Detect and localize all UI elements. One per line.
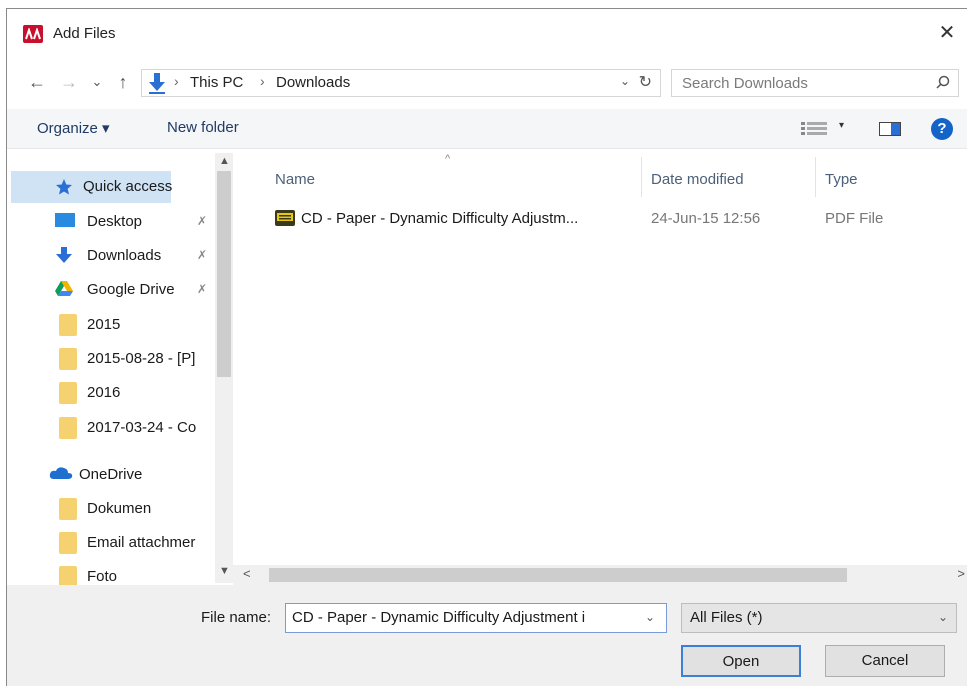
pdf-file-icon: [275, 210, 295, 230]
scroll-down-icon[interactable]: ▼: [219, 565, 230, 577]
help-icon[interactable]: ?: [931, 118, 953, 140]
add-files-dialog: Add Files ✕ ← → ⌄ ↑ › This PC › Download…: [6, 8, 967, 686]
search-input[interactable]: Search Downloads: [671, 69, 959, 97]
pin-icon: ✗: [197, 248, 208, 262]
scroll-thumb[interactable]: [217, 171, 231, 377]
organize-menu[interactable]: Organize ▾: [37, 119, 110, 137]
preview-pane-icon[interactable]: [879, 122, 901, 140]
sidebar-item-downloads[interactable]: Downloads ✗: [7, 240, 215, 272]
file-type: PDF File: [825, 210, 884, 227]
sidebar-item-quick-access[interactable]: Quick access: [11, 171, 173, 203]
sidebar-item-google-drive[interactable]: Google Drive ✗: [7, 274, 215, 306]
sidebar-item-label: Dokumen: [87, 500, 152, 517]
pin-icon: ✗: [197, 282, 208, 296]
sidebar-item-label: Desktop: [87, 213, 143, 230]
title-bar: Add Files ✕: [7, 9, 967, 53]
folder-icon: [59, 566, 77, 585]
sidebar-item-label: 2015-08-28 - [P]: [87, 350, 196, 367]
search-icon: [936, 75, 950, 93]
sort-ascending-icon: ^: [445, 153, 451, 165]
folder-icon: [59, 417, 77, 439]
folder-icon: [59, 498, 77, 520]
navigation-pane: Quick access Desktop ✗ Downloads ✗ Googl…: [7, 149, 233, 585]
file-type-select[interactable]: All Files (*) ⌄: [681, 603, 957, 633]
open-button[interactable]: Open: [681, 645, 801, 677]
scroll-up-icon[interactable]: ▲: [219, 155, 230, 167]
google-drive-icon: [55, 281, 75, 299]
app-logo-icon: [23, 25, 43, 43]
scroll-thumb[interactable]: [269, 568, 847, 582]
file-date-modified: 24-Jun-15 12:56: [651, 210, 761, 227]
sidebar-item-desktop[interactable]: Desktop ✗: [7, 206, 215, 238]
up-button[interactable]: ↑: [111, 69, 135, 95]
sidebar-item-foto[interactable]: Foto: [7, 561, 215, 585]
search-placeholder: Search Downloads: [682, 75, 808, 92]
sidebar-item-label: Downloads: [87, 247, 162, 264]
star-icon: [55, 178, 75, 196]
file-list: ^ Name Date modified Type CD - Paper - D…: [233, 149, 967, 559]
sidebar-item-label: 2015: [87, 316, 121, 333]
sidebar-item-label: Foto: [87, 568, 118, 585]
sidebar-item-onedrive[interactable]: OneDrive: [7, 459, 215, 491]
sidebar-item-label: 2017-03-24 - Co: [87, 419, 197, 436]
address-row: ← → ⌄ ↑ › This PC › Downloads ⌄ ↻ Search…: [7, 65, 967, 99]
back-button[interactable]: ←: [25, 69, 49, 95]
desktop-icon: [55, 213, 75, 231]
sidebar-item-dokumen[interactable]: Dokumen: [7, 493, 215, 525]
address-bar[interactable]: › This PC › Downloads ⌄ ↻: [141, 69, 661, 97]
dialog-footer: File name: CD - Paper - Dynamic Difficul…: [7, 585, 967, 686]
file-name-label: File name:: [201, 609, 272, 626]
sidebar-item-2015[interactable]: 2015: [7, 309, 215, 341]
view-dropdown-icon[interactable]: ▾: [839, 120, 844, 131]
cancel-button[interactable]: Cancel: [825, 645, 945, 677]
navigation-scrollbar[interactable]: ▲ ▼: [215, 153, 233, 583]
download-arrow-icon: [55, 247, 75, 265]
column-header-name[interactable]: Name: [275, 171, 315, 188]
onedrive-cloud-icon: [49, 466, 73, 484]
sidebar-item-label: Google Drive: [87, 281, 175, 298]
file-type-value: All Files (*): [690, 609, 763, 626]
scroll-left-icon[interactable]: <: [243, 566, 251, 581]
breadcrumb-separator: ›: [260, 73, 265, 89]
file-row[interactable]: CD - Paper - Dynamic Difficulty Adjustm.…: [259, 203, 959, 233]
new-folder-button[interactable]: New folder: [167, 119, 239, 136]
view-options-icon[interactable]: [801, 121, 831, 141]
file-name: CD - Paper - Dynamic Difficulty Adjustm.…: [301, 210, 579, 227]
forward-button[interactable]: →: [57, 69, 81, 95]
horizontal-scrollbar[interactable]: < >: [233, 565, 967, 585]
sidebar-item-2017-03-24[interactable]: 2017-03-24 - Co: [7, 412, 215, 444]
close-button[interactable]: ✕: [933, 19, 961, 47]
column-divider[interactable]: [815, 157, 816, 197]
sidebar-item-2015-08-28[interactable]: 2015-08-28 - [P]: [7, 343, 215, 375]
scroll-right-icon[interactable]: >: [957, 566, 965, 581]
sidebar-item-label: Quick access: [83, 178, 173, 195]
sidebar-item-email-attachments[interactable]: Email attachmer: [7, 527, 215, 559]
folder-icon: [59, 314, 77, 336]
sidebar-item-label: 2016: [87, 384, 121, 401]
file-type-dropdown-icon: ⌄: [937, 610, 948, 624]
download-arrow-icon: [147, 73, 167, 99]
pin-icon: ✗: [197, 214, 208, 228]
folder-icon: [59, 348, 77, 370]
breadcrumb-this-pc[interactable]: This PC: [190, 74, 243, 91]
address-dropdown-icon[interactable]: ⌄: [620, 74, 630, 88]
file-name-input[interactable]: CD - Paper - Dynamic Difficulty Adjustme…: [285, 603, 667, 633]
folder-icon: [59, 382, 77, 404]
column-divider[interactable]: [641, 157, 642, 197]
sidebar-item-label: Email attachmer: [87, 534, 196, 551]
sidebar-item-label: OneDrive: [79, 466, 143, 483]
refresh-icon[interactable]: ↻: [639, 72, 652, 92]
command-bar: Organize ▾ New folder ▾ ?: [7, 109, 967, 149]
sidebar-item-2016[interactable]: 2016: [7, 377, 215, 409]
breadcrumb-downloads[interactable]: Downloads: [276, 74, 350, 91]
file-name-dropdown-icon[interactable]: ⌄: [645, 610, 655, 624]
column-header-date-modified[interactable]: Date modified: [651, 171, 744, 188]
breadcrumb-separator: ›: [174, 73, 179, 89]
folder-icon: [59, 532, 77, 554]
column-header-type[interactable]: Type: [825, 171, 858, 188]
window-title: Add Files: [53, 25, 116, 42]
recent-locations-button[interactable]: ⌄: [85, 69, 109, 95]
